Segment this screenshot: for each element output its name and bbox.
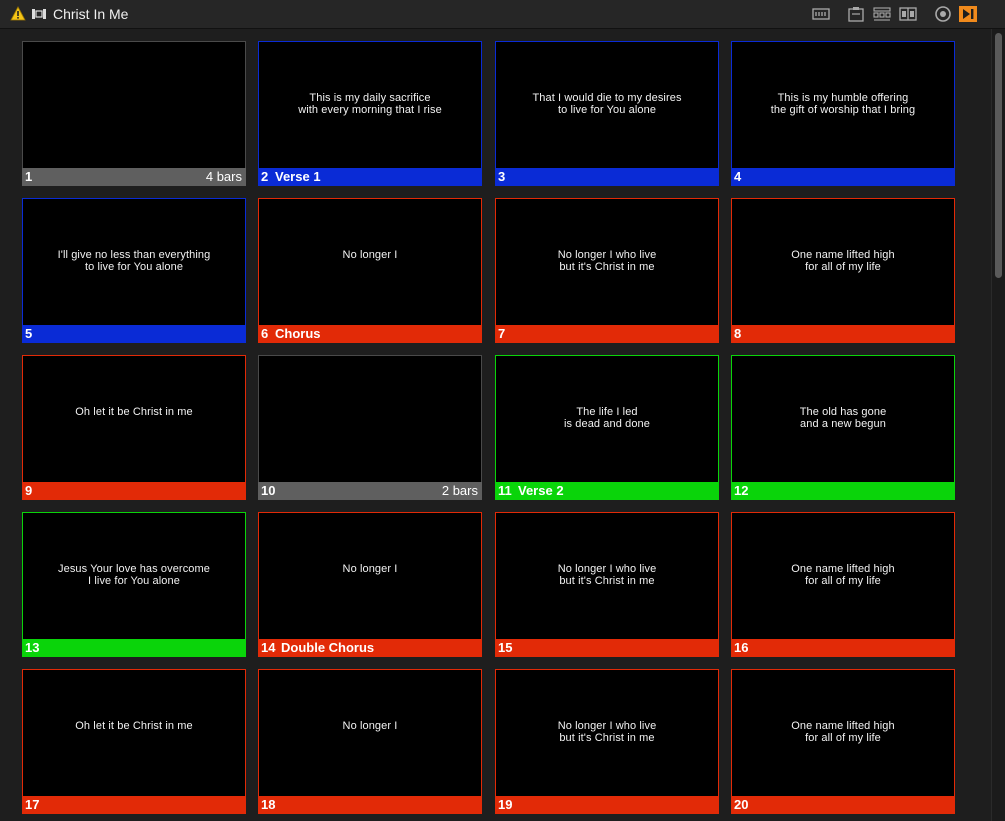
title-bar: Christ In Me <box>0 0 1005 29</box>
slide-number: 6 <box>261 326 269 341</box>
vertical-scrollbar[interactable] <box>991 29 1005 821</box>
slide-group-label: Verse 2 <box>518 483 564 498</box>
slide-number: 7 <box>498 326 506 341</box>
slide-number: 10 <box>261 483 276 498</box>
slide-label-bar: 9 <box>22 482 246 500</box>
slide-thumbnail[interactable]: No longer I who live but it's Christ in … <box>495 198 719 343</box>
slide-number: 19 <box>498 797 513 812</box>
slide-number: 9 <box>25 483 33 498</box>
slide-number: 17 <box>25 797 40 812</box>
slide-lyrics: No longer I who live but it's Christ in … <box>557 249 657 273</box>
window-title: Christ In Me <box>53 6 129 22</box>
song-icon <box>32 9 46 19</box>
timeline-icon[interactable] <box>811 5 831 23</box>
slide-label-bar: 1 4 bars <box>22 168 246 186</box>
slide-number: 8 <box>734 326 742 341</box>
slide-duration: 4 bars <box>205 169 242 184</box>
slide-thumbnail[interactable]: I'll give no less than everything to liv… <box>22 198 246 343</box>
slide-label-bar: 5 <box>22 325 246 343</box>
slide-label-bar: 10 2 bars <box>258 482 482 500</box>
slide-lyrics: No longer I who live but it's Christ in … <box>557 563 657 587</box>
slide-group-label: Verse 1 <box>275 169 321 184</box>
slide-number: 1 <box>25 169 33 184</box>
slide-lyrics: Jesus Your love has overcome I live for … <box>58 563 210 587</box>
slide-label-bar: 15 <box>495 639 719 657</box>
slide-label-bar: 7 <box>495 325 719 343</box>
slide-label-bar: 16 <box>731 639 955 657</box>
slide-number: 2 <box>261 169 269 184</box>
slide-number: 4 <box>734 169 742 184</box>
slide-thumbnail[interactable]: No longer I 18 <box>258 669 482 814</box>
slide-number: 20 <box>734 797 749 812</box>
slide-label-bar: 18 <box>258 796 482 814</box>
slide-thumbnail[interactable]: No longer I 6 Chorus <box>258 198 482 343</box>
slide-label-bar: 19 <box>495 796 719 814</box>
slide-thumbnail[interactable]: 10 2 bars <box>258 355 482 500</box>
clipboard-icon[interactable] <box>846 5 866 23</box>
slide-lyrics: No longer I who live but it's Christ in … <box>557 720 657 744</box>
slide-label-bar: 8 <box>731 325 955 343</box>
play-next-icon[interactable] <box>958 5 978 23</box>
slide-label-bar: 14 Double Chorus <box>258 639 482 657</box>
slide-thumbnail[interactable]: The old has gone and a new begun 12 <box>731 355 955 500</box>
slide-thumbnail[interactable]: Oh let it be Christ in me 17 <box>22 669 246 814</box>
queue-icon[interactable] <box>872 5 892 23</box>
slide-number: 5 <box>25 326 33 341</box>
slide-number: 12 <box>734 483 749 498</box>
slide-number: 14 <box>261 640 276 655</box>
slide-group-label: Double Chorus <box>281 640 375 655</box>
slide-lyrics: No longer I <box>342 720 398 732</box>
slides-panel: 1 4 bars This is my daily sacrifice with e… <box>0 29 1005 821</box>
slide-lyrics: No longer I <box>342 249 398 261</box>
slide-number: 13 <box>25 640 40 655</box>
slide-lyrics: One name lifted high for all of my life <box>791 720 895 744</box>
slide-thumbnail[interactable]: That I would die to my desires to live f… <box>495 41 719 186</box>
slide-label-bar: 12 <box>731 482 955 500</box>
slide-thumbnail[interactable]: No longer I 14 Double Chorus <box>258 512 482 657</box>
slide-duration: 2 bars <box>441 483 478 498</box>
slide-number: 18 <box>261 797 276 812</box>
scroll-thumb[interactable] <box>995 33 1002 278</box>
slide-label-bar: 13 <box>22 639 246 657</box>
slide-thumbnail[interactable]: This is my daily sacrifice with every mo… <box>258 41 482 186</box>
slide-lyrics: Oh let it be Christ in me <box>75 720 193 732</box>
slide-lyrics: One name lifted high for all of my life <box>791 563 895 587</box>
slide-group-label: Chorus <box>275 326 321 341</box>
slide-thumbnail[interactable]: One name lifted high for all of my life 8 <box>731 198 955 343</box>
slide-thumbnail[interactable]: Jesus Your love has overcome I live for … <box>22 512 246 657</box>
slide-thumbnail[interactable]: Oh let it be Christ in me 9 <box>22 355 246 500</box>
slide-lyrics: Oh let it be Christ in me <box>75 406 193 418</box>
slide-thumbnail[interactable]: No longer I who live but it's Christ in … <box>495 669 719 814</box>
target-icon[interactable] <box>933 5 953 23</box>
slide-thumbnail[interactable]: One name lifted high for all of my life 2… <box>731 669 955 814</box>
slide-label-bar: 4 <box>731 168 955 186</box>
slide-lyrics: I'll give no less than everything to liv… <box>57 249 211 273</box>
slide-thumbnail[interactable]: 1 4 bars <box>22 41 246 186</box>
slide-lyrics: This is my daily sacrifice with every mo… <box>298 92 442 116</box>
slide-label-bar: 20 <box>731 796 955 814</box>
slide-thumbnail[interactable]: No longer I who live but it's Christ in … <box>495 512 719 657</box>
slide-thumbnail[interactable]: One name lifted high for all of my life 1… <box>731 512 955 657</box>
slide-label-bar: 17 <box>22 796 246 814</box>
slide-label-bar: 2 Verse 1 <box>258 168 482 186</box>
slide-lyrics: One name lifted high for all of my life <box>791 249 895 273</box>
slide-label-bar: 11 Verse 2 <box>495 482 719 500</box>
slide-thumbnail[interactable]: This is my humble offering the gift of w… <box>731 41 955 186</box>
slide-number: 11 <box>498 483 512 498</box>
slide-thumbnail[interactable]: The life I led is dead and done 11 Verse 2 <box>495 355 719 500</box>
slide-lyrics: This is my humble offering the gift of w… <box>770 92 916 116</box>
slide-label-bar: 6 Chorus <box>258 325 482 343</box>
slide-label-bar: 3 <box>495 168 719 186</box>
slide-number: 16 <box>734 640 749 655</box>
slide-lyrics: No longer I <box>342 563 398 575</box>
slide-lyrics: The old has gone and a new begun <box>799 406 887 430</box>
slide-lyrics: That I would die to my desires to live f… <box>532 92 682 116</box>
slide-lyrics: The life I led is dead and done <box>563 406 650 430</box>
slide-number: 3 <box>498 169 506 184</box>
layout-icon[interactable] <box>898 5 918 23</box>
slide-number: 15 <box>498 640 513 655</box>
warning-icon[interactable] <box>10 6 26 21</box>
